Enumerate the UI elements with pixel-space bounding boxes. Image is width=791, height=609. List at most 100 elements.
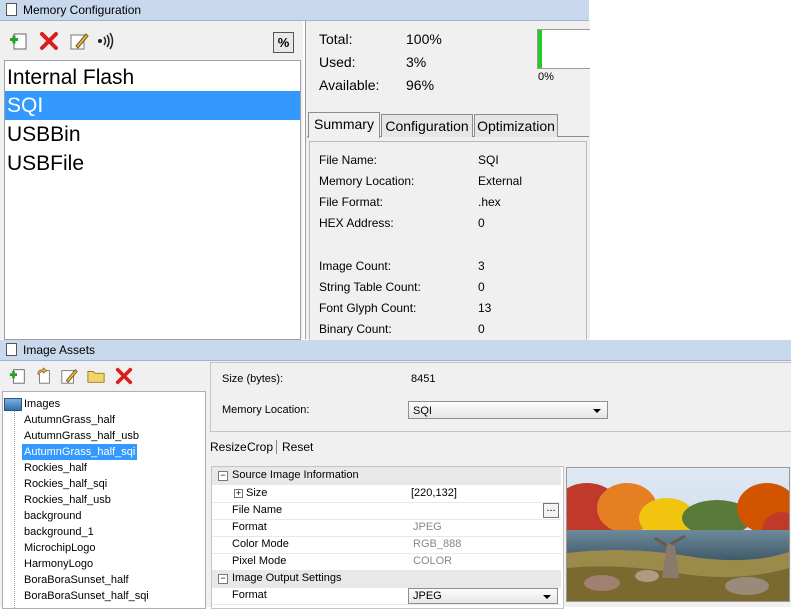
tree-item[interactable]: background xyxy=(24,508,82,524)
memory-usage-bar xyxy=(537,29,590,69)
tree-item[interactable]: Rockies_half_usb xyxy=(24,492,111,508)
open-folder-button[interactable] xyxy=(85,365,107,387)
crop-link[interactable]: Crop xyxy=(247,440,273,454)
tab-configuration[interactable]: Configuration xyxy=(381,114,473,137)
memory-item-usbbin[interactable]: USBBin xyxy=(5,120,300,149)
summary-value: SQI xyxy=(478,153,499,167)
delete-icon xyxy=(40,32,58,50)
summary-label: Image Count: xyxy=(319,259,392,273)
tree-item[interactable]: BoraBoraSunset_half_sqi xyxy=(24,588,149,604)
memory-config-title: Memory Configuration xyxy=(23,3,142,17)
resize-link[interactable]: Resize xyxy=(210,440,247,454)
folder-icon xyxy=(87,371,105,383)
tree-item[interactable]: Rockies_half_sqi xyxy=(24,476,107,492)
tree-item[interactable]: MicrochipLogo xyxy=(24,540,96,556)
size-bytes-value: 8451 xyxy=(411,373,436,385)
image-assets-titlebar: Image Assets xyxy=(0,340,791,361)
document-icon xyxy=(6,343,17,356)
image-details-header xyxy=(210,362,791,432)
collapse-icon: − xyxy=(218,574,228,584)
output-format-value: JPEG xyxy=(413,590,442,602)
summary-label: HEX Address: xyxy=(319,216,394,230)
memory-config-titlebar: Memory Configuration xyxy=(0,0,589,21)
add-image-button[interactable] xyxy=(7,365,29,387)
tree-item[interactable]: Rockies_half xyxy=(24,460,87,476)
summary-label: Memory Location: xyxy=(319,174,415,188)
delete-icon xyxy=(115,367,133,385)
add-memory-button[interactable] xyxy=(8,30,30,52)
tree-item-selected[interactable]: AutumnGrass_half_sqi xyxy=(22,444,138,460)
summary-value: 3 xyxy=(478,259,485,273)
size-property-value: [220,132] xyxy=(411,487,457,499)
memory-usage-fill xyxy=(538,30,542,68)
memory-location-dropdown[interactable]: SQI xyxy=(408,401,608,419)
summary-label: File Name: xyxy=(319,153,378,167)
source-info-label: Source Image Information xyxy=(232,469,359,481)
total-value: 100% xyxy=(406,31,442,47)
memory-item-usbfile[interactable]: USBFile xyxy=(5,149,300,178)
color-mode-label: Color Mode xyxy=(232,538,289,550)
output-settings-label: Image Output Settings xyxy=(232,572,342,584)
size-property-row[interactable]: + Size [220,132] xyxy=(212,485,561,503)
image-assets-title: Image Assets xyxy=(23,343,96,357)
pixel-mode-label: Pixel Mode xyxy=(232,555,287,567)
edit-icon xyxy=(70,33,89,50)
memory-location-label: Memory Location: xyxy=(222,404,310,416)
format-value: JPEG xyxy=(413,521,442,533)
pixel-mode-row[interactable]: Pixel Mode COLOR xyxy=(212,553,561,571)
tree-item[interactable]: AutumnGrass_half xyxy=(24,412,115,428)
size-bytes-label: Size (bytes): xyxy=(222,373,284,385)
tree-root-images[interactable]: Images xyxy=(24,396,60,412)
delete-image-button[interactable] xyxy=(113,365,135,387)
total-label: Total: xyxy=(319,31,353,47)
output-format-dropdown[interactable]: JPEG xyxy=(408,588,558,604)
edit-image-button[interactable] xyxy=(58,365,80,387)
file-name-row[interactable]: File Name ... xyxy=(212,502,561,520)
browse-button[interactable]: ... xyxy=(543,503,559,518)
color-mode-row[interactable]: Color Mode RGB_888 xyxy=(212,536,561,554)
file-name-label: File Name xyxy=(232,504,283,516)
summary-label: Binary Count: xyxy=(319,322,392,336)
pixel-mode-value: COLOR xyxy=(413,555,453,567)
memory-item-sqi[interactable]: SQI xyxy=(5,91,300,120)
available-label: Available: xyxy=(319,77,380,93)
image-preview xyxy=(566,467,790,602)
tab-optimization[interactable]: Optimization xyxy=(474,114,558,137)
memory-location-value: SQI xyxy=(413,405,432,417)
summary-value: 13 xyxy=(478,301,492,315)
memory-usage-label: 0% xyxy=(538,71,554,83)
summary-value: External xyxy=(478,174,523,188)
edit-icon xyxy=(61,369,78,384)
output-settings-category[interactable]: − Image Output Settings xyxy=(212,570,561,588)
used-value: 3% xyxy=(406,54,427,70)
tree-item[interactable]: BoraBoraSunset_half xyxy=(24,572,129,588)
signal-button[interactable] xyxy=(94,30,116,52)
tree-item[interactable]: AutumnGrass_half_usb xyxy=(24,428,139,444)
percent-toggle-button[interactable]: % xyxy=(273,32,294,53)
memory-item-internal-flash[interactable]: Internal Flash xyxy=(5,63,300,92)
source-info-category[interactable]: − Source Image Information xyxy=(212,467,561,485)
import-icon xyxy=(37,367,50,384)
chevron-down-icon xyxy=(543,595,551,599)
tree-item[interactable]: HarmonyLogo xyxy=(24,556,93,572)
import-image-button[interactable] xyxy=(33,365,55,387)
format-label: Format xyxy=(232,521,267,533)
tab-summary[interactable]: Summary xyxy=(308,112,380,138)
size-property-label: Size xyxy=(246,487,268,499)
chevron-down-icon xyxy=(593,409,601,413)
format-row[interactable]: Format JPEG xyxy=(212,519,561,537)
expand-icon: + xyxy=(234,488,243,498)
delete-memory-button[interactable] xyxy=(38,30,60,52)
available-value: 96% xyxy=(406,77,435,93)
signal-icon xyxy=(98,32,114,50)
summary-value: .hex xyxy=(478,195,501,209)
edit-memory-button[interactable] xyxy=(68,30,90,52)
tree-item[interactable]: background_1 xyxy=(24,524,94,540)
collapse-icon: − xyxy=(218,471,228,481)
memory-list: Internal Flash SQI USBBin USBFile xyxy=(4,60,301,340)
image-preview-picture xyxy=(567,468,789,601)
reset-link[interactable]: Reset xyxy=(282,440,313,454)
tree-guide-line xyxy=(14,410,15,608)
summary-value: 0 xyxy=(478,322,485,336)
add-icon xyxy=(9,369,25,384)
